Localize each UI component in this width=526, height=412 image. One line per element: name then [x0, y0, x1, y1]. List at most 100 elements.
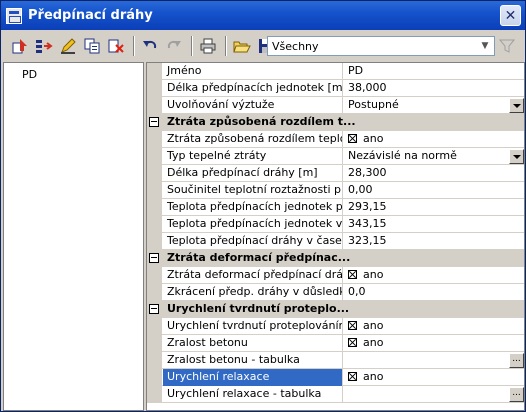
property-name: Uvolňování výztuže [163, 97, 343, 114]
property-grid[interactable]: Jméno PD Délka předpínacích jednotek [m] 38… [146, 62, 525, 411]
dropdown-button[interactable] [509, 98, 524, 113]
property-value[interactable]: ano [344, 369, 524, 386]
property-value[interactable]: 0,0 [344, 284, 524, 301]
checkbox-checked-icon[interactable] [348, 321, 357, 330]
property-value[interactable]: Nezávislé na normě [344, 148, 524, 165]
property-value-text: 0,00 [348, 183, 373, 196]
property-value[interactable]: 293,15 [344, 199, 524, 216]
property-name: Zkrácení předp. dráhy v důsledku... [163, 284, 343, 301]
property-name: Ztráta deformací předpínací dráhy [163, 267, 343, 284]
property-row[interactable]: Ztráta deformací předpínací dráhy ano [147, 267, 524, 284]
property-value[interactable]: 343,15 [344, 216, 524, 233]
row-gutter [147, 267, 162, 284]
property-value-text: PD [348, 64, 364, 77]
title-bar[interactable]: Předpínací dráhy ✕ [1, 1, 525, 30]
chevron-down-icon[interactable]: ▼ [478, 39, 492, 53]
property-row[interactable]: Uvolňování výztuže Postupné [147, 97, 524, 114]
dropdown-button[interactable] [509, 149, 524, 164]
checkbox-checked-icon[interactable] [348, 372, 357, 381]
property-value-text: ano [363, 370, 384, 383]
property-row[interactable]: Délka předpínací dráhy [m] 28,300 [147, 165, 524, 182]
property-name: Typ tepelné ztráty [163, 148, 343, 165]
row-gutter [147, 318, 162, 335]
property-row[interactable]: Zralost betonu - tabulka... [147, 352, 524, 369]
property-value[interactable]: 28,300 [344, 165, 524, 182]
ellipsis-button[interactable]: ... [509, 353, 524, 368]
property-row[interactable]: Zkrácení předp. dráhy v důsledku... 0,0 [147, 284, 524, 301]
property-row[interactable]: Typ tepelné ztráty Nezávislé na normě [147, 148, 524, 165]
collapse-icon[interactable] [149, 253, 159, 263]
property-row[interactable]: Délka předpínacích jednotek [m] 38,000 [147, 80, 524, 97]
property-row[interactable]: Součinitel teplotní roztažnosti pře... 0,… [147, 182, 524, 199]
undo-button[interactable] [139, 35, 161, 57]
property-row[interactable]: Urychlení relaxace ano [147, 369, 524, 386]
filter-icon[interactable] [499, 38, 515, 54]
edit-button[interactable] [57, 35, 79, 57]
checkbox-checked-icon[interactable] [348, 134, 357, 143]
close-icon: ✕ [504, 7, 517, 24]
property-value[interactable]: ano [344, 335, 524, 352]
property-row[interactable]: Ztráta způsobená rozdílem teplot ... ano [147, 131, 524, 148]
property-row[interactable]: Urychlení tvrdnutí proteplováním ... ano [147, 318, 524, 335]
property-name: Urychlení relaxace - tabulka [163, 386, 343, 403]
category-row[interactable]: Urychlení tvrdnutí proteplo... [147, 301, 524, 318]
tree-item[interactable]: PD [22, 68, 37, 81]
filter-select-value: Všechny [272, 39, 319, 53]
property-row[interactable]: Teplota předpínací dráhy v čase ... 323,1… [147, 233, 524, 250]
property-row[interactable]: Teplota předpínacích jednotek p... 293,15 [147, 199, 524, 216]
folder-open-icon [233, 41, 251, 53]
copy-icon [84, 38, 100, 54]
category-label: Ztráta způsobená rozdílem t... [163, 114, 524, 131]
close-button[interactable]: ✕ [500, 5, 521, 26]
delete-icon [108, 39, 124, 53]
property-value[interactable]: ano [344, 318, 524, 335]
app-icon [6, 7, 22, 24]
property-value[interactable]: ... [344, 386, 524, 403]
property-row[interactable]: Teplota předpínacích jednotek v ... 343,1… [147, 216, 524, 233]
collapse-icon[interactable] [149, 304, 159, 314]
property-value-text: Nezávislé na normě [348, 149, 457, 162]
property-value[interactable]: 38,000 [344, 80, 524, 97]
category-row[interactable]: Ztráta deformací předpínac... [147, 250, 524, 267]
row-gutter [147, 182, 162, 199]
property-value[interactable]: 323,15 [344, 233, 524, 250]
property-name: Urychlení tvrdnutí proteplováním ... [163, 318, 343, 335]
filter-select[interactable]: Všechny ▼ [267, 36, 495, 56]
property-name: Teplota předpínacích jednotek v ... [163, 216, 343, 233]
toolbar: Všechny ▼ [3, 32, 525, 60]
property-name: Urychlení relaxace [163, 369, 343, 386]
collapse-icon[interactable] [149, 117, 159, 127]
checkbox-checked-icon[interactable] [348, 338, 357, 347]
category-label: Urychlení tvrdnutí proteplo... [163, 301, 524, 318]
print-button[interactable] [197, 35, 219, 57]
insert-button[interactable] [33, 35, 55, 57]
new-item-button[interactable] [9, 35, 31, 57]
property-row[interactable]: Zralost betonu ano [147, 335, 524, 352]
property-value-text: 343,15 [348, 217, 387, 230]
item-tree[interactable]: PD [3, 62, 144, 411]
property-row[interactable]: Jméno PD [147, 63, 524, 80]
property-value[interactable]: PD [344, 63, 524, 80]
ellipsis-button[interactable]: ... [509, 387, 524, 402]
open-button[interactable] [231, 35, 253, 57]
copy-button[interactable] [81, 35, 103, 57]
row-gutter [147, 233, 162, 250]
dialog-window: Předpínací dráhy ✕ Všechny ▼ PD Jméno PD… [0, 0, 526, 412]
property-value[interactable]: 0,00 [344, 182, 524, 199]
row-gutter [147, 165, 162, 182]
property-value[interactable]: ano [344, 267, 524, 284]
property-value-text: 293,15 [348, 200, 387, 213]
category-row[interactable]: Ztráta způsobená rozdílem t... [147, 114, 524, 131]
redo-button[interactable] [163, 35, 185, 57]
checkbox-checked-icon[interactable] [348, 270, 357, 279]
delete-button[interactable] [105, 35, 127, 57]
property-value[interactable]: Postupné [344, 97, 524, 114]
row-gutter [147, 131, 162, 148]
property-value[interactable]: ano [344, 131, 524, 148]
row-gutter [147, 148, 162, 165]
printer-icon [200, 38, 216, 54]
property-row[interactable]: Urychlení relaxace - tabulka... [147, 386, 524, 403]
property-value[interactable]: ... [344, 352, 524, 369]
row-gutter [147, 369, 162, 386]
row-gutter [147, 301, 162, 318]
